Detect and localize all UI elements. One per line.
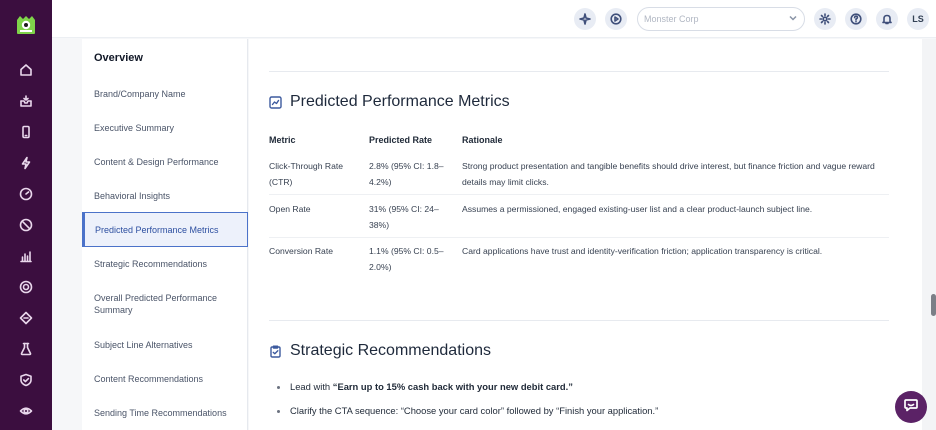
rate-ctr-line1: 2.8% (95% CI: 1.8–	[369, 161, 444, 171]
left-nav-rail	[0, 0, 52, 430]
outline-item-sending-time-recommendations[interactable]: Sending Time Recommendations	[82, 407, 248, 419]
chart-square-icon	[269, 96, 282, 109]
outline-item-predicted-performance-metrics[interactable]: Predicted Performance Metrics	[82, 212, 248, 247]
gauge-icon[interactable]	[17, 185, 35, 203]
app-root: Monster Corp LS Overview Brand/Company N…	[0, 0, 936, 430]
rationale-open-rate: Assumes a permissioned, engaged existing…	[462, 204, 813, 214]
inbox-icon[interactable]	[17, 92, 35, 110]
outline-item-subject-line-alternatives[interactable]: Subject Line Alternatives	[82, 339, 248, 351]
rationale-ctr: Strong product presentation and tangible…	[462, 159, 892, 190]
outline-item-executive-summary[interactable]: Executive Summary	[82, 122, 248, 134]
metric-ctr-line2: (CTR)	[269, 176, 293, 187]
outline-item-brand-company-name[interactable]: Brand/Company Name	[82, 88, 248, 100]
bullet-dot	[277, 410, 280, 413]
metric-open-rate: Open Rate	[269, 204, 311, 214]
monster-logo-icon[interactable]	[15, 14, 37, 36]
rate-conversion-rate: 1.1% (95% CI: 0.5– 2.0%)	[369, 244, 459, 275]
metric-conversion-rate: Conversion Rate	[269, 246, 334, 256]
organization-select-value: Monster Corp	[644, 14, 699, 24]
table-header-predicted-rate: Predicted Rate	[369, 135, 433, 145]
strategic-section-title: Strategic Recommendations	[290, 342, 491, 359]
sparkles-icon[interactable]	[574, 8, 596, 30]
eye-icon[interactable]	[17, 402, 35, 420]
bar-chart-icon[interactable]	[17, 247, 35, 265]
outline-item-strategic-recommendations[interactable]: Strategic Recommendations	[82, 258, 248, 270]
outline-item-behavioral-insights[interactable]: Behavioral Insights	[82, 190, 248, 202]
scrollbar-track[interactable]	[922, 39, 936, 430]
top-bar: Monster Corp LS	[52, 0, 936, 38]
clipboard-check-icon	[269, 345, 282, 358]
bullet-dot	[277, 386, 280, 389]
rate-ctr: 2.8% (95% CI: 1.8– 4.2%)	[369, 159, 459, 190]
bell-icon[interactable]	[876, 8, 898, 30]
outline-item-content-recommendations[interactable]: Content Recommendations	[82, 373, 248, 385]
section-divider	[269, 71, 889, 72]
table-row-divider	[269, 194, 889, 195]
rate-open-rate-line2: 38%)	[369, 219, 390, 230]
scrollbar-thumb[interactable]	[931, 294, 936, 316]
gear-icon[interactable]	[814, 8, 836, 30]
flask-icon[interactable]	[17, 340, 35, 358]
lightning-icon[interactable]	[17, 154, 35, 172]
recommendation-lead-text: Lead with	[290, 381, 333, 392]
metric-ctr: Click-Through Rate (CTR)	[269, 159, 364, 190]
diamond-icon[interactable]	[17, 309, 35, 327]
chat-launcher-button[interactable]	[895, 391, 927, 423]
outline-item-overall-predicted-performance-summary[interactable]: Overall Predicted Performance Summary	[82, 292, 222, 316]
recommendation-item: Lead with “Earn up to 15% cash back with…	[290, 381, 573, 392]
home-icon[interactable]	[17, 61, 35, 79]
play-icon[interactable]	[605, 8, 627, 30]
block-icon[interactable]	[17, 216, 35, 234]
rationale-ctr-line2: details may limit clicks.	[462, 176, 549, 187]
table-header-rationale: Rationale	[462, 135, 503, 145]
metrics-section-title: Predicted Performance Metrics	[290, 93, 510, 110]
organization-select[interactable]: Monster Corp	[637, 7, 805, 31]
outline-title[interactable]: Overview	[94, 52, 143, 64]
shield-icon[interactable]	[17, 371, 35, 389]
rate-ctr-line2: 4.2%)	[369, 176, 392, 187]
recommendation-item: Clarify the CTA sequence: “Choose your c…	[290, 405, 659, 416]
section-divider	[269, 320, 889, 321]
table-row-divider	[269, 237, 889, 238]
rate-conversion-line2: 2.0%)	[369, 261, 392, 272]
target-icon[interactable]	[17, 278, 35, 296]
chat-bubble-icon	[903, 397, 919, 418]
rate-open-rate-line1: 31% (95% CI: 24–	[369, 204, 439, 214]
table-header-metric: Metric	[269, 135, 296, 145]
chevron-down-icon	[788, 13, 798, 25]
rate-open-rate: 31% (95% CI: 24– 38%)	[369, 202, 459, 233]
report-content: Predicted Performance Metrics Metric Pre…	[249, 39, 922, 430]
report-outline: Overview Brand/Company Name Executive Su…	[82, 39, 248, 430]
metric-ctr-line1: Click-Through Rate	[269, 161, 344, 171]
rationale-conversion-rate: Card applications have trust and identit…	[462, 246, 823, 256]
user-avatar[interactable]: LS	[907, 8, 929, 30]
outline-item-content-design-performance[interactable]: Content & Design Performance	[82, 156, 248, 168]
recommendation-headline: “Earn up to 15% cash back with your new …	[332, 381, 573, 392]
rationale-ctr-line1: Strong product presentation and tangible…	[462, 161, 875, 171]
help-icon[interactable]	[845, 8, 867, 30]
rate-conversion-line1: 1.1% (95% CI: 0.5–	[369, 246, 444, 256]
mobile-icon[interactable]	[17, 123, 35, 141]
